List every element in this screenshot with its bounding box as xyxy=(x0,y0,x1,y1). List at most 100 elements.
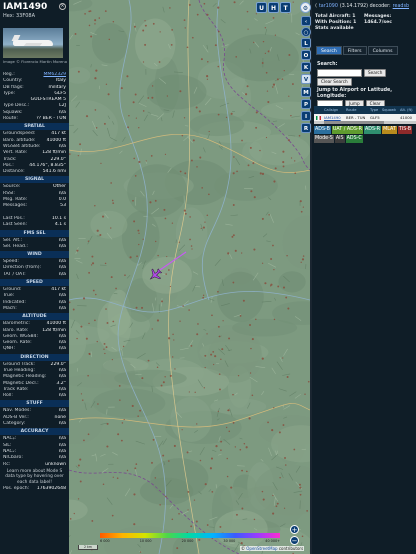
town-dot xyxy=(132,199,134,202)
detail-value: 541.6 nmi xyxy=(42,169,66,175)
side-button-l[interactable]: L xyxy=(301,38,311,48)
town-dot xyxy=(206,333,208,335)
terrain-ridge xyxy=(269,214,274,223)
project-link[interactable]: tar1090 xyxy=(319,4,338,9)
col-squawk[interactable]: Squawk xyxy=(380,106,398,114)
map-canvas[interactable] xyxy=(69,0,310,554)
town-dot xyxy=(152,438,155,441)
town-dot xyxy=(80,393,83,395)
collapse-icon[interactable]: ⟨ xyxy=(315,4,317,9)
town-dot xyxy=(137,415,139,417)
table-row[interactable]: IAM1490 BER - TUN GLF5 41000 xyxy=(314,114,416,121)
col-callsign[interactable]: Callsign xyxy=(322,106,344,114)
section-header[interactable]: SIGNAL xyxy=(0,176,69,184)
side-button-back[interactable]: ‹ xyxy=(301,16,311,26)
terrain-ridge xyxy=(208,489,212,492)
town-dot xyxy=(215,445,218,448)
col-route[interactable]: Route xyxy=(344,106,368,114)
town-dot xyxy=(232,234,235,237)
clear-search-button[interactable]: Clear Search xyxy=(317,78,352,86)
row-callsign[interactable]: IAM1490 xyxy=(322,114,344,121)
map-attribution: © OpenStreetMap contributors xyxy=(240,546,305,551)
tab-columns[interactable]: Columns xyxy=(367,46,398,55)
side-button-v[interactable]: V xyxy=(301,74,311,84)
col-flag[interactable] xyxy=(314,106,322,114)
town-dot xyxy=(228,430,231,433)
aircraft-photo[interactable] xyxy=(3,28,63,58)
tab-search[interactable]: Search xyxy=(316,46,342,55)
town-dot xyxy=(174,368,176,370)
town-dot xyxy=(128,115,130,117)
side-button-o[interactable]: O xyxy=(301,50,311,60)
search-input[interactable] xyxy=(317,69,362,77)
settings-gear-icon[interactable]: ⚙ xyxy=(300,2,311,13)
side-button-i[interactable]: I xyxy=(301,111,311,121)
terrain-ridge xyxy=(100,453,106,457)
town-dot xyxy=(94,77,97,80)
town-dot xyxy=(76,337,78,340)
town-dot xyxy=(103,342,106,345)
terrain-ridge xyxy=(187,450,193,453)
section-header[interactable]: DIRECTION xyxy=(0,353,69,361)
side-button-circle[interactable]: ○ xyxy=(301,27,311,37)
town-dot xyxy=(273,318,276,321)
terrain-ridge xyxy=(70,95,78,102)
map-view[interactable] xyxy=(69,0,310,554)
side-button-m[interactable]: M xyxy=(301,87,311,97)
town-dot xyxy=(112,21,115,23)
help-note: Learn more about Mode S data type by hov… xyxy=(5,468,64,485)
town-dot xyxy=(255,13,257,15)
source-legend: ADS-B UAT / ADS-R ADS-R MLAT TIS-B Mode-S AIS A… xyxy=(314,126,414,143)
town-dot xyxy=(262,498,265,501)
side-button-k[interactable]: K xyxy=(301,62,311,72)
terrain-ridge xyxy=(175,239,177,243)
decoder-link[interactable]: readsb xyxy=(393,4,409,9)
town-dot xyxy=(142,61,145,63)
town-dot xyxy=(184,212,187,215)
terrain-ridge xyxy=(289,391,297,397)
terrain-ridge xyxy=(202,147,206,153)
town-dot xyxy=(290,157,293,159)
col-altitude[interactable]: Alt. (ft) xyxy=(398,106,416,114)
side-button-r[interactable]: R xyxy=(301,123,311,133)
town-dot xyxy=(268,214,270,216)
town-dot xyxy=(106,322,109,324)
section-header[interactable]: STUFF xyxy=(0,400,69,408)
town-dot xyxy=(282,150,285,153)
section-header[interactable]: SPEED xyxy=(0,279,69,287)
terrain-ridge xyxy=(101,64,108,66)
section-header[interactable]: WIND xyxy=(0,251,69,259)
town-dot xyxy=(135,306,138,309)
search-button[interactable]: Search xyxy=(364,69,387,77)
close-icon[interactable]: × xyxy=(59,3,66,10)
map-button-u[interactable]: U xyxy=(256,2,267,13)
table-scrollbar[interactable] xyxy=(314,121,416,124)
section-header[interactable]: SPATIAL xyxy=(0,123,69,131)
openstreetmap-link[interactable]: OpenStreetMap xyxy=(246,546,277,551)
map-button-h[interactable]: H xyxy=(268,2,279,13)
town-dot xyxy=(277,285,280,288)
terrain-ridge xyxy=(162,6,165,13)
zoom-in-button[interactable]: + xyxy=(290,525,299,534)
town-dot xyxy=(163,208,166,211)
section-header[interactable]: FMS SEL xyxy=(0,229,69,237)
town-dot xyxy=(231,235,234,238)
section-header[interactable]: ACCURACY xyxy=(0,428,69,436)
side-button-p[interactable]: P xyxy=(301,99,311,109)
stats-available: Stats available xyxy=(315,26,354,31)
section-header[interactable]: ALTITUDE xyxy=(0,313,69,321)
alt-label: 6 000 xyxy=(100,539,110,543)
tab-filters[interactable]: Filters xyxy=(342,46,367,55)
map-button-t[interactable]: T xyxy=(280,2,291,13)
col-type[interactable]: Type xyxy=(368,106,380,114)
alt-label: 10 000 xyxy=(139,539,152,543)
terrain-ridge xyxy=(112,451,118,456)
town-dot xyxy=(110,182,112,184)
detail-value: unknown xyxy=(45,461,66,467)
detail-row: Pos. epoch: 1763902648 xyxy=(0,486,69,492)
town-dot xyxy=(204,221,206,223)
town-dot xyxy=(196,423,198,425)
zoom-out-button[interactable]: − xyxy=(290,536,299,545)
town-dot xyxy=(255,318,257,321)
town-dot xyxy=(98,17,101,19)
